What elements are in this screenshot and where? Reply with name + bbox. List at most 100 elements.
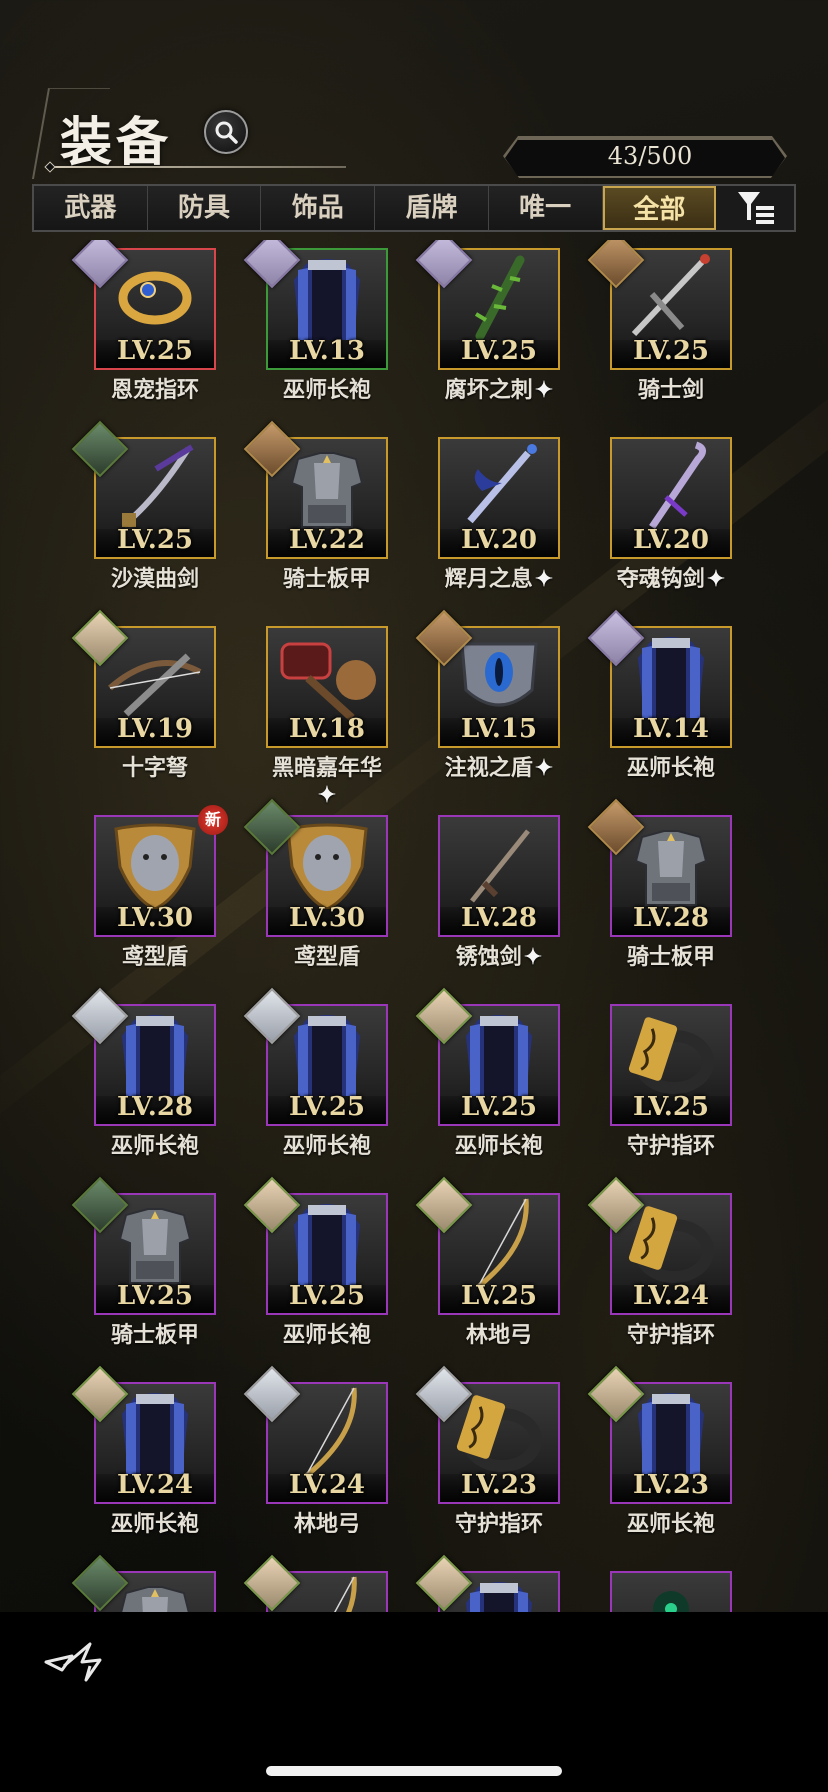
item-name: 恩宠指环 xyxy=(64,372,246,404)
item-name: 守护指环 xyxy=(580,1317,762,1349)
tab-all[interactable]: 全部 xyxy=(602,186,717,230)
equipment-slot[interactable] xyxy=(576,1563,732,1612)
equipment-slot[interactable]: LV.25 守护指环 xyxy=(576,996,732,1176)
magic-item-icon xyxy=(653,1591,689,1612)
item-name: 沙漠曲剑 xyxy=(64,561,246,593)
equipment-slot[interactable]: LV.24 巫师长袍 xyxy=(60,1365,216,1554)
item-level: LV.22 xyxy=(288,525,366,555)
item-name: 林地弓 xyxy=(236,1506,418,1538)
item-name: 黑暗嘉年华 ✦ xyxy=(236,750,418,808)
tab-accessories[interactable]: 饰品 xyxy=(261,186,376,230)
equipment-slot[interactable]: LV.14 巫师长袍 xyxy=(576,609,732,798)
item-level: LV.25 xyxy=(460,336,538,366)
item-name-text: 鸢型盾 xyxy=(293,944,360,970)
item-name: 巫师长袍 xyxy=(236,372,418,404)
equipment-slot[interactable]: LV.28 骑士板甲 xyxy=(576,798,732,987)
equipment-slot[interactable]: LV.24 林地弓 xyxy=(232,1365,388,1554)
equipment-slot[interactable]: 新 LV.30 鸢型盾 xyxy=(60,805,228,987)
item-name-text: 林地弓 xyxy=(293,1511,360,1537)
equipment-slot[interactable]: LV.20 辉月之息✦ xyxy=(404,429,560,609)
filter-icon xyxy=(738,192,775,224)
back-button[interactable] xyxy=(42,1636,106,1686)
equipment-slot[interactable]: LV.25 骑士板甲 xyxy=(60,1176,216,1365)
special-star-icon: ✦ xyxy=(317,782,337,808)
item-name-text: 腐坏之刺 xyxy=(444,377,533,403)
item-level: LV.25 xyxy=(288,1281,366,1311)
hook-sword-icon xyxy=(649,441,706,529)
search-button[interactable] xyxy=(204,110,248,154)
equipment-grid: LV.25 恩宠指环 LV.13 巫师长袍 LV.25 腐坏之刺✦ LV.25 骑士剑 LV.2… xyxy=(0,240,828,1612)
item-name-text: 十字弩 xyxy=(121,755,188,781)
equipment-slot[interactable]: LV.23 巫师长袍 xyxy=(576,1365,732,1554)
equipment-slot[interactable]: LV.23 守护指环 xyxy=(404,1365,560,1554)
tab-shields[interactable]: 盾牌 xyxy=(375,186,489,230)
equipment-slot[interactable]: LV.25 林地弓 xyxy=(404,1176,560,1365)
equipment-slot[interactable]: LV.28 锈蚀剑✦ xyxy=(404,807,560,987)
equipment-slot[interactable]: LV.15 注视之盾✦ xyxy=(404,609,560,798)
equipment-slot[interactable]: LV.25 沙漠曲剑 xyxy=(60,420,216,609)
item-name: 巫师长袍 xyxy=(64,1506,246,1538)
item-level: LV.24 xyxy=(116,1470,194,1500)
page-title: 装备 xyxy=(60,112,173,173)
tab-unique[interactable]: 唯一 xyxy=(489,186,603,230)
item-level: LV.19 xyxy=(116,714,194,744)
equipment-slot[interactable]: LV.25 巫师长袍 xyxy=(404,987,560,1176)
equipment-slot[interactable] xyxy=(232,1554,388,1612)
item-name-text: 恩宠指环 xyxy=(110,377,199,403)
equipment-slot[interactable]: LV.30 鸢型盾 xyxy=(232,798,388,987)
item-level: LV.15 xyxy=(460,714,538,744)
item-name: 注视之盾✦ xyxy=(408,750,590,782)
item-name: 巫师长袍 xyxy=(64,1128,246,1160)
item-name-text: 骑士板甲 xyxy=(282,566,371,592)
equipment-slot[interactable]: LV.24 守护指环 xyxy=(576,1176,732,1365)
item-level: LV.28 xyxy=(116,1092,194,1122)
equipment-slot[interactable]: LV.25 巫师长袍 xyxy=(232,1176,388,1365)
item-name: 守护指环 xyxy=(408,1506,590,1538)
new-badge: 新 xyxy=(198,805,228,835)
item-name-text: 守护指环 xyxy=(626,1133,715,1159)
item-name: 巫师长袍 xyxy=(580,750,762,782)
equipment-slot[interactable]: LV.20 夺魂钩剑✦ xyxy=(576,429,732,609)
item-name-text: 林地弓 xyxy=(465,1322,532,1348)
tab-weapons[interactable]: 武器 xyxy=(34,186,148,230)
item-name: 巫师长袍 xyxy=(236,1317,418,1349)
item-name-text: 注视之盾 xyxy=(444,755,533,781)
equipment-slot[interactable]: LV.13 巫师长袍 xyxy=(232,240,388,420)
equipment-slot[interactable] xyxy=(60,1554,216,1612)
item-name: 巫师长袍 xyxy=(236,1128,418,1160)
item-level: LV.25 xyxy=(288,1092,366,1122)
equipment-slot[interactable]: LV.28 巫师长袍 xyxy=(60,987,216,1176)
equipment-slot[interactable]: LV.22 骑士板甲 xyxy=(232,420,388,609)
item-name: 夺魂钩剑✦ xyxy=(580,561,762,593)
equipment-slot[interactable]: LV.25 骑士剑 xyxy=(576,240,732,420)
item-name-text: 巫师长袍 xyxy=(282,377,371,403)
item-name-text: 夺魂钩剑 xyxy=(616,566,705,592)
equipment-slot[interactable] xyxy=(404,1554,560,1612)
item-level: LV.25 xyxy=(460,1281,538,1311)
equipment-slot[interactable]: LV.19 十字弩 xyxy=(60,609,216,798)
item-name-text: 骑士板甲 xyxy=(110,1322,199,1348)
item-name-text: 辉月之息 xyxy=(444,566,533,592)
special-star-icon: ✦ xyxy=(534,377,554,403)
tab-armor[interactable]: 防具 xyxy=(148,186,262,230)
item-level: LV.25 xyxy=(116,1281,194,1311)
hammer-icon xyxy=(280,642,376,720)
item-name: 巫师长袍 xyxy=(408,1128,590,1160)
equipment-slot[interactable]: LV.18 黑暗嘉年华 ✦ xyxy=(232,618,388,808)
item-name-text: 骑士板甲 xyxy=(626,944,715,970)
filter-sort-button[interactable] xyxy=(716,186,795,230)
category-tabs: 武器 防具 饰品 盾牌 唯一 全部 xyxy=(32,184,796,232)
item-level: LV.25 xyxy=(116,336,194,366)
bottom-bar xyxy=(0,1612,828,1792)
item-level: LV.24 xyxy=(288,1470,366,1500)
item-level: LV.24 xyxy=(632,1281,710,1311)
title-underline xyxy=(50,166,346,168)
item-name-text: 守护指环 xyxy=(454,1511,543,1537)
equipment-slot[interactable]: LV.25 腐坏之刺✦ xyxy=(404,240,560,420)
item-name: 林地弓 xyxy=(408,1317,590,1349)
equipment-slot[interactable]: LV.25 恩宠指环 xyxy=(60,240,216,420)
special-star-icon: ✦ xyxy=(706,566,726,592)
item-name-text: 巫师长袍 xyxy=(626,1511,715,1537)
equipment-slot[interactable]: LV.25 巫师长袍 xyxy=(232,987,388,1176)
special-star-icon: ✦ xyxy=(534,566,554,592)
